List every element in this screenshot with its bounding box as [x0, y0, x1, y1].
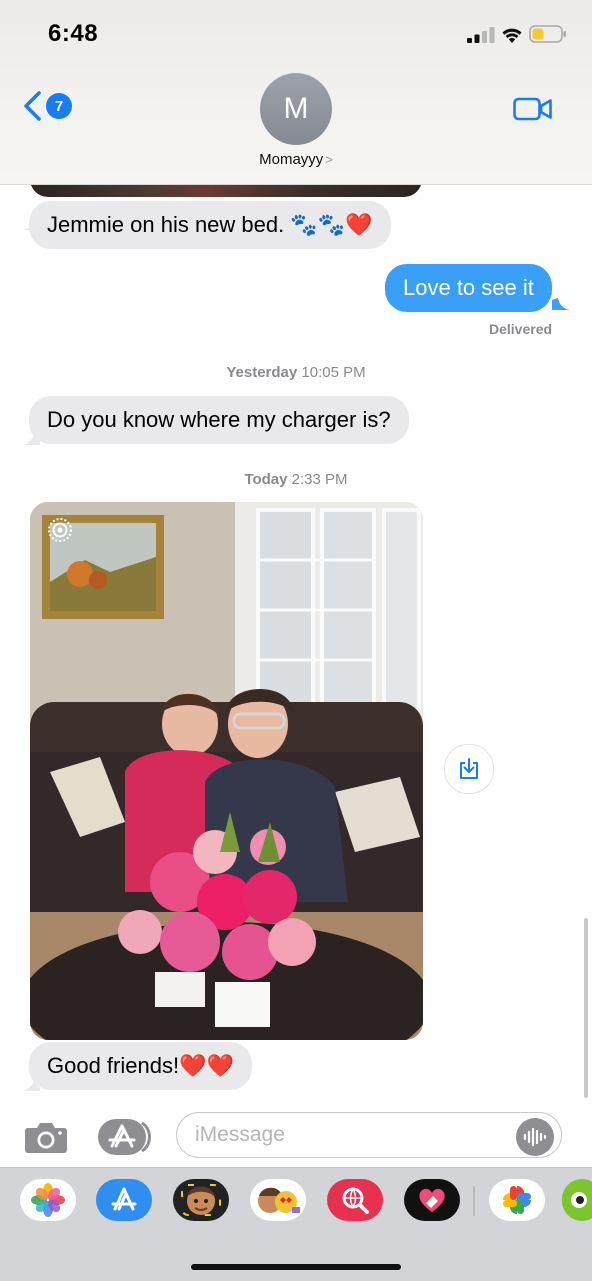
contact-avatar[interactable]: M [260, 73, 332, 145]
cellular-signal-icon [467, 27, 495, 43]
photos-app-icon[interactable] [20, 1179, 76, 1221]
chevron-left-icon [24, 91, 41, 121]
image-search-app-icon[interactable] [327, 1179, 383, 1221]
message-text: Good friends!❤️❤️ [47, 1053, 234, 1078]
timestamp-time: 10:05 PM [301, 364, 366, 381]
app-store-app-icon[interactable] [96, 1179, 152, 1221]
video-camera-icon[interactable] [513, 96, 553, 122]
waveform-icon [523, 1127, 547, 1147]
bubble-tail [552, 298, 570, 310]
audio-message-button[interactable] [516, 1118, 554, 1156]
previous-photo-message[interactable] [30, 184, 422, 197]
animoji-stickers-app-icon[interactable] [250, 1179, 306, 1221]
incoming-message[interactable]: Do you know where my charger is? [29, 396, 409, 444]
timestamp: Today 2:33 PM [0, 471, 592, 488]
outgoing-message[interactable]: Love to see it [385, 264, 552, 312]
message-input-bar [0, 1104, 592, 1168]
timestamp-day: Today [244, 471, 288, 488]
conversation-header: 6:48 7 M Momayyy > [0, 0, 592, 185]
message-thread[interactable]: Jemmie on his new bed. 🐾🐾❤️ Love to see … [0, 184, 592, 1104]
imessage-app-drawer [0, 1167, 592, 1281]
contact-name: Momayyy [259, 151, 324, 168]
battery-low-icon [529, 25, 566, 43]
app-store-icon[interactable] [98, 1119, 152, 1155]
delivery-status: Delivered [489, 321, 553, 337]
unread-count-badge: 7 [46, 93, 72, 119]
drawer-divider [473, 1186, 475, 1216]
timestamp-day: Yesterday [226, 364, 298, 381]
status-time: 6:48 [48, 20, 99, 47]
wifi-icon [502, 28, 522, 43]
incoming-message[interactable]: Jemmie on his new bed. 🐾🐾❤️ [29, 201, 391, 249]
save-photo-button[interactable] [444, 744, 494, 794]
duolingo-app-icon[interactable] [562, 1179, 592, 1221]
scrollbar[interactable] [584, 918, 588, 1098]
message-text: Jemmie on his new bed. 🐾🐾❤️ [47, 212, 373, 237]
contact-name-button[interactable]: Momayyy > [0, 151, 592, 168]
memoji-app-icon[interactable] [173, 1179, 229, 1221]
camera-icon[interactable] [24, 1120, 68, 1154]
google-photos-app-icon[interactable] [489, 1179, 545, 1221]
imessage-input[interactable] [176, 1112, 562, 1158]
save-download-icon [460, 758, 478, 779]
home-indicator[interactable] [191, 1264, 401, 1270]
back-button[interactable]: 7 [22, 90, 72, 122]
photo-two-people-with-flowers [30, 502, 423, 1040]
incoming-message[interactable]: Good friends!❤️❤️ [29, 1042, 252, 1090]
live-photo-icon[interactable] [46, 516, 74, 544]
message-text: Love to see it [403, 275, 534, 300]
timestamp: Yesterday 10:05 PM [0, 364, 592, 381]
digital-touch-app-icon[interactable] [404, 1179, 460, 1221]
timestamp-time: 2:33 PM [291, 471, 348, 488]
chevron-right-icon: > [325, 152, 333, 167]
message-text: Do you know where my charger is? [47, 407, 391, 432]
photo-message[interactable] [30, 502, 423, 1040]
